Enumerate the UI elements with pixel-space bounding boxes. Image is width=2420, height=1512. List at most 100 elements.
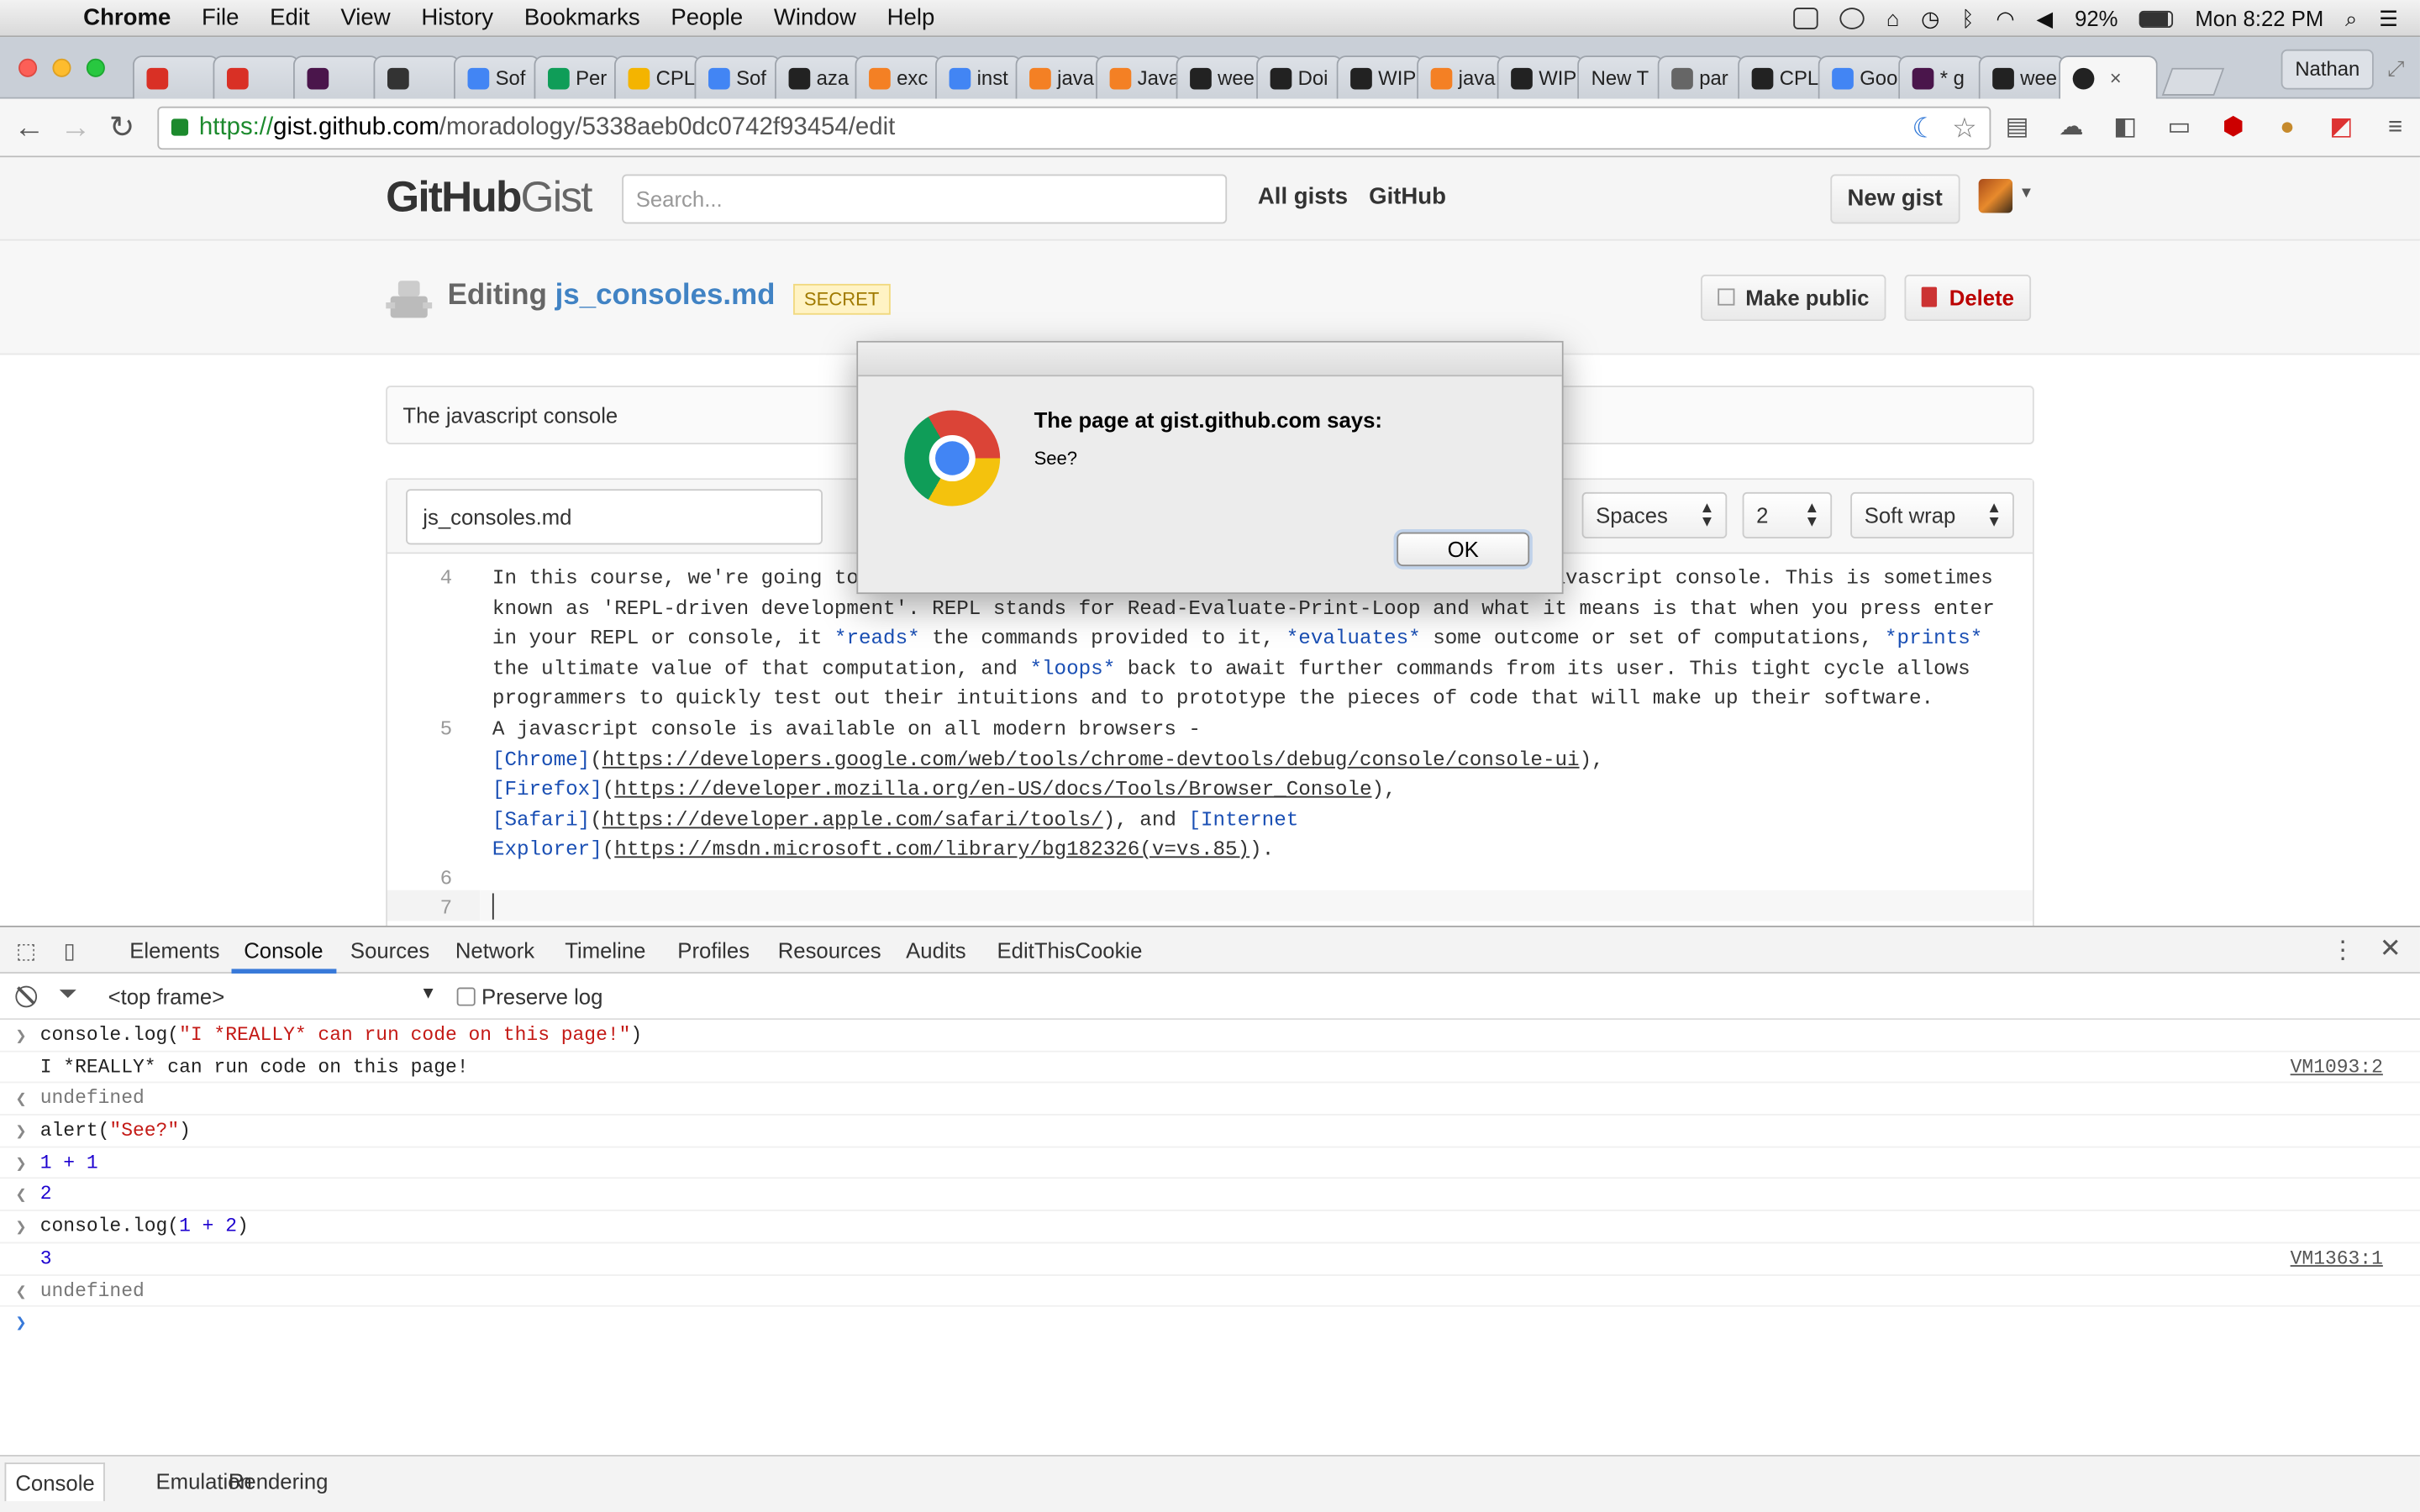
browser-tab[interactable]: Sof: [453, 55, 540, 99]
make-public-button[interactable]: Make public: [1701, 274, 1886, 322]
browser-tab[interactable]: Doi: [1256, 55, 1343, 99]
reload-button[interactable]: ↻: [105, 111, 139, 144]
close-icon[interactable]: ✕: [2380, 933, 2402, 964]
tab-console[interactable]: Console: [244, 938, 323, 963]
browser-tab[interactable]: wee: [1978, 55, 2065, 99]
cookie-extension-icon[interactable]: ●: [2270, 111, 2304, 144]
extension-moon-icon[interactable]: ☾: [1912, 108, 1937, 149]
cast-icon[interactable]: ▭: [2162, 111, 2196, 144]
source-link[interactable]: VM1093:2: [2291, 1057, 2383, 1079]
browser-tab[interactable]: CPL: [1738, 55, 1824, 99]
bookmark-star-icon[interactable]: ☆: [1952, 108, 1977, 149]
browser-tab[interactable]: WIP: [1497, 55, 1584, 99]
wrap-mode-select[interactable]: Soft wrap ▲ ▼: [1850, 491, 2014, 539]
device-mode-icon[interactable]: ▯: [57, 938, 82, 963]
source-link[interactable]: VM1363:1: [2291, 1248, 2383, 1270]
ublock-extension-icon[interactable]: ⬢: [2217, 111, 2250, 144]
forward-button[interactable]: →: [59, 111, 92, 144]
chrome-menu-icon[interactable]: ≡: [2378, 111, 2412, 144]
browser-tab[interactable]: [132, 55, 219, 99]
menu-edit[interactable]: Edit: [270, 5, 309, 31]
browser-tab[interactable]: par: [1657, 55, 1744, 99]
menu-people[interactable]: People: [671, 5, 743, 31]
bluetooth-icon[interactable]: ᛒ: [1961, 6, 1974, 30]
zoom-window-button[interactable]: [86, 58, 105, 77]
tab-sources[interactable]: Sources: [350, 938, 429, 963]
browser-tab[interactable]: java: [1015, 55, 1102, 99]
drawer-tab-rendering[interactable]: Rendering: [229, 1469, 329, 1494]
tab-resources[interactable]: Resources: [778, 938, 881, 963]
drawer-tab-console[interactable]: Console: [4, 1462, 106, 1502]
browser-tab[interactable]: Goo: [1818, 55, 1905, 99]
browser-tab[interactable]: [213, 55, 300, 99]
menu-view[interactable]: View: [340, 5, 390, 31]
tab-profiles[interactable]: Profiles: [677, 938, 750, 963]
more-options-icon[interactable]: ⋮: [2330, 935, 2354, 966]
volume-icon[interactable]: ◀: [2037, 5, 2054, 31]
red-extension-icon[interactable]: ◩: [2324, 111, 2358, 144]
filename-input[interactable]: js_consoles.md: [406, 489, 823, 545]
address-bar[interactable]: https://gist.github.com/moradology/5338a…: [157, 106, 1991, 150]
browser-tab[interactable]: Java: [1096, 55, 1182, 99]
filter-icon[interactable]: ⏷: [59, 981, 77, 1007]
browser-tab-active[interactable]: ×: [2059, 55, 2158, 99]
browser-tab[interactable]: WIP: [1336, 55, 1423, 99]
clock[interactable]: Mon 8:22 PM: [2195, 6, 2323, 30]
cloud-extension-icon[interactable]: ☁: [2054, 111, 2088, 144]
ok-button[interactable]: OK: [1397, 532, 1530, 567]
menu-history[interactable]: History: [421, 5, 493, 31]
chevron-down-icon[interactable]: ▼: [2018, 185, 2033, 202]
menu-app-name[interactable]: Chrome: [83, 5, 171, 31]
indent-mode-select[interactable]: Spaces ▲ ▼: [1581, 491, 1728, 539]
fullscreen-icon[interactable]: ⤢: [2387, 55, 2405, 81]
apple-icon[interactable]: [34, 4, 61, 32]
code-editor[interactable]: 4 5 6 7 In this course, we're going to av…: [387, 554, 2033, 927]
menu-file[interactable]: File: [202, 5, 239, 31]
battery-icon[interactable]: [2139, 9, 2174, 28]
profile-button[interactable]: Nathan: [2281, 49, 2374, 90]
browser-tab[interactable]: [373, 55, 460, 99]
tab-audits[interactable]: Audits: [906, 938, 965, 963]
tab-timeline[interactable]: Timeline: [565, 938, 645, 963]
close-window-button[interactable]: [18, 58, 38, 77]
tab-network[interactable]: Network: [455, 938, 534, 963]
calendar-extension-icon[interactable]: ▤: [2000, 111, 2033, 144]
new-gist-button[interactable]: New gist: [1830, 174, 1960, 224]
notification-center-icon[interactable]: ☰: [2379, 5, 2398, 31]
display-icon[interactable]: [1793, 8, 1819, 29]
inspect-element-icon[interactable]: ⬚: [14, 938, 39, 963]
tab-editthiscookie[interactable]: EditThisCookie: [997, 938, 1143, 963]
spy-extension-icon[interactable]: ◧: [2108, 111, 2142, 144]
browser-tab[interactable]: wee: [1176, 55, 1263, 99]
nav-all-gists[interactable]: All gists: [1258, 184, 1348, 210]
console-prompt-row[interactable]: ❯: [0, 1307, 2420, 1339]
avatar[interactable]: [1978, 179, 2013, 213]
browser-tab[interactable]: exc: [855, 55, 942, 99]
chat-icon[interactable]: [1839, 8, 1865, 29]
browser-tab[interactable]: [292, 55, 380, 99]
new-tab-button[interactable]: [2161, 67, 2225, 96]
browser-tab[interactable]: Sof: [694, 55, 781, 99]
nav-github[interactable]: GitHub: [1369, 184, 1446, 210]
time-machine-icon[interactable]: ◷: [1921, 5, 1939, 31]
tab-elements[interactable]: Elements: [129, 938, 219, 963]
browser-tab[interactable]: * g: [1898, 55, 1985, 99]
github-gist-logo[interactable]: GitHubGist: [386, 173, 592, 223]
delete-button[interactable]: Delete: [1904, 274, 2032, 322]
gist-filename-link[interactable]: js_consoles.md: [555, 279, 776, 312]
menu-help[interactable]: Help: [887, 5, 935, 31]
search-input[interactable]: Search...: [622, 174, 1228, 224]
chevron-down-icon[interactable]: ▼: [420, 984, 437, 1003]
tab-close-icon[interactable]: ×: [2110, 66, 2122, 90]
minimize-window-button[interactable]: [52, 58, 71, 77]
browser-tab[interactable]: java: [1417, 55, 1503, 99]
browser-tab[interactable]: CPL: [614, 55, 701, 99]
browser-tab[interactable]: New T: [1577, 55, 1664, 99]
frame-select[interactable]: <top frame>: [108, 984, 225, 1009]
browser-tab[interactable]: Per: [534, 55, 621, 99]
back-button[interactable]: ←: [13, 111, 46, 144]
menu-window[interactable]: Window: [774, 5, 856, 31]
lock-icon[interactable]: [171, 118, 189, 136]
preserve-log-checkbox[interactable]: [456, 987, 476, 1006]
menu-bookmarks[interactable]: Bookmarks: [524, 5, 640, 31]
